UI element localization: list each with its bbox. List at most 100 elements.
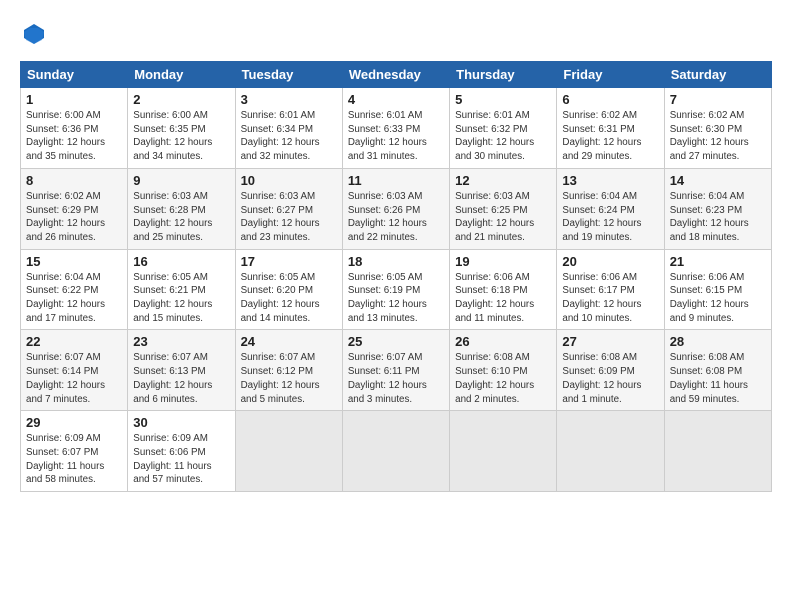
day-number: 28: [670, 334, 766, 349]
calendar-cell: 8 Sunrise: 6:02 AMSunset: 6:29 PMDayligh…: [21, 168, 128, 249]
day-detail: Sunrise: 6:05 AMSunset: 6:19 PMDaylight:…: [348, 271, 444, 326]
day-number: 9: [133, 173, 229, 188]
day-detail: Sunrise: 6:09 AMSunset: 6:06 PMDaylight:…: [133, 432, 229, 487]
weekday-header-friday: Friday: [557, 62, 664, 88]
calendar-cell: 15 Sunrise: 6:04 AMSunset: 6:22 PMDaylig…: [21, 249, 128, 330]
day-detail: Sunrise: 6:02 AMSunset: 6:31 PMDaylight:…: [562, 109, 658, 164]
day-detail: Sunrise: 6:07 AMSunset: 6:14 PMDaylight:…: [26, 351, 122, 406]
calendar-cell: 25 Sunrise: 6:07 AMSunset: 6:11 PMDaylig…: [342, 330, 449, 411]
calendar-cell: 28 Sunrise: 6:08 AMSunset: 6:08 PMDaylig…: [664, 330, 771, 411]
calendar-cell: 29 Sunrise: 6:09 AMSunset: 6:07 PMDaylig…: [21, 411, 128, 492]
calendar-cell: 27 Sunrise: 6:08 AMSunset: 6:09 PMDaylig…: [557, 330, 664, 411]
day-detail: Sunrise: 6:00 AMSunset: 6:35 PMDaylight:…: [133, 109, 229, 164]
day-detail: Sunrise: 6:02 AMSunset: 6:29 PMDaylight:…: [26, 190, 122, 245]
calendar-cell: [235, 411, 342, 492]
day-detail: Sunrise: 6:01 AMSunset: 6:34 PMDaylight:…: [241, 109, 337, 164]
calendar-cell: [450, 411, 557, 492]
weekday-header-saturday: Saturday: [664, 62, 771, 88]
day-number: 24: [241, 334, 337, 349]
calendar-cell: 13 Sunrise: 6:04 AMSunset: 6:24 PMDaylig…: [557, 168, 664, 249]
calendar-cell: 3 Sunrise: 6:01 AMSunset: 6:34 PMDayligh…: [235, 88, 342, 169]
day-detail: Sunrise: 6:00 AMSunset: 6:36 PMDaylight:…: [26, 109, 122, 164]
page: SundayMondayTuesdayWednesdayThursdayFrid…: [0, 0, 792, 502]
calendar-cell: 20 Sunrise: 6:06 AMSunset: 6:17 PMDaylig…: [557, 249, 664, 330]
calendar-cell: 19 Sunrise: 6:06 AMSunset: 6:18 PMDaylig…: [450, 249, 557, 330]
day-number: 20: [562, 254, 658, 269]
day-detail: Sunrise: 6:08 AMSunset: 6:10 PMDaylight:…: [455, 351, 551, 406]
day-detail: Sunrise: 6:04 AMSunset: 6:23 PMDaylight:…: [670, 190, 766, 245]
weekday-header-thursday: Thursday: [450, 62, 557, 88]
calendar-cell: 14 Sunrise: 6:04 AMSunset: 6:23 PMDaylig…: [664, 168, 771, 249]
logo-icon: [22, 22, 46, 46]
day-number: 2: [133, 92, 229, 107]
day-number: 10: [241, 173, 337, 188]
calendar-cell: 9 Sunrise: 6:03 AMSunset: 6:28 PMDayligh…: [128, 168, 235, 249]
calendar-cell: 7 Sunrise: 6:02 AMSunset: 6:30 PMDayligh…: [664, 88, 771, 169]
day-detail: Sunrise: 6:07 AMSunset: 6:12 PMDaylight:…: [241, 351, 337, 406]
calendar-cell: 26 Sunrise: 6:08 AMSunset: 6:10 PMDaylig…: [450, 330, 557, 411]
day-number: 16: [133, 254, 229, 269]
day-detail: Sunrise: 6:05 AMSunset: 6:21 PMDaylight:…: [133, 271, 229, 326]
day-number: 19: [455, 254, 551, 269]
calendar-row-2: 8 Sunrise: 6:02 AMSunset: 6:29 PMDayligh…: [21, 168, 772, 249]
day-detail: Sunrise: 6:03 AMSunset: 6:27 PMDaylight:…: [241, 190, 337, 245]
day-detail: Sunrise: 6:03 AMSunset: 6:25 PMDaylight:…: [455, 190, 551, 245]
day-number: 29: [26, 415, 122, 430]
day-number: 25: [348, 334, 444, 349]
calendar-row-5: 29 Sunrise: 6:09 AMSunset: 6:07 PMDaylig…: [21, 411, 772, 492]
day-number: 7: [670, 92, 766, 107]
calendar-cell: 18 Sunrise: 6:05 AMSunset: 6:19 PMDaylig…: [342, 249, 449, 330]
day-detail: Sunrise: 6:01 AMSunset: 6:32 PMDaylight:…: [455, 109, 551, 164]
day-number: 11: [348, 173, 444, 188]
day-detail: Sunrise: 6:03 AMSunset: 6:28 PMDaylight:…: [133, 190, 229, 245]
day-number: 13: [562, 173, 658, 188]
day-detail: Sunrise: 6:07 AMSunset: 6:13 PMDaylight:…: [133, 351, 229, 406]
calendar-cell: [664, 411, 771, 492]
logo: [20, 22, 46, 51]
day-detail: Sunrise: 6:08 AMSunset: 6:09 PMDaylight:…: [562, 351, 658, 406]
day-detail: Sunrise: 6:04 AMSunset: 6:24 PMDaylight:…: [562, 190, 658, 245]
day-number: 1: [26, 92, 122, 107]
day-number: 30: [133, 415, 229, 430]
day-number: 17: [241, 254, 337, 269]
day-detail: Sunrise: 6:09 AMSunset: 6:07 PMDaylight:…: [26, 432, 122, 487]
calendar-cell: 11 Sunrise: 6:03 AMSunset: 6:26 PMDaylig…: [342, 168, 449, 249]
calendar-cell: [557, 411, 664, 492]
day-number: 8: [26, 173, 122, 188]
weekday-header-row: SundayMondayTuesdayWednesdayThursdayFrid…: [21, 62, 772, 88]
day-detail: Sunrise: 6:06 AMSunset: 6:15 PMDaylight:…: [670, 271, 766, 326]
calendar-cell: 12 Sunrise: 6:03 AMSunset: 6:25 PMDaylig…: [450, 168, 557, 249]
day-detail: Sunrise: 6:07 AMSunset: 6:11 PMDaylight:…: [348, 351, 444, 406]
day-number: 21: [670, 254, 766, 269]
calendar-cell: 16 Sunrise: 6:05 AMSunset: 6:21 PMDaylig…: [128, 249, 235, 330]
day-detail: Sunrise: 6:03 AMSunset: 6:26 PMDaylight:…: [348, 190, 444, 245]
day-detail: Sunrise: 6:06 AMSunset: 6:18 PMDaylight:…: [455, 271, 551, 326]
calendar-cell: 21 Sunrise: 6:06 AMSunset: 6:15 PMDaylig…: [664, 249, 771, 330]
calendar-cell: 1 Sunrise: 6:00 AMSunset: 6:36 PMDayligh…: [21, 88, 128, 169]
calendar-cell: 6 Sunrise: 6:02 AMSunset: 6:31 PMDayligh…: [557, 88, 664, 169]
day-number: 4: [348, 92, 444, 107]
day-number: 26: [455, 334, 551, 349]
calendar-cell: 17 Sunrise: 6:05 AMSunset: 6:20 PMDaylig…: [235, 249, 342, 330]
calendar-cell: 2 Sunrise: 6:00 AMSunset: 6:35 PMDayligh…: [128, 88, 235, 169]
calendar-row-4: 22 Sunrise: 6:07 AMSunset: 6:14 PMDaylig…: [21, 330, 772, 411]
weekday-header-wednesday: Wednesday: [342, 62, 449, 88]
calendar-cell: 23 Sunrise: 6:07 AMSunset: 6:13 PMDaylig…: [128, 330, 235, 411]
day-detail: Sunrise: 6:08 AMSunset: 6:08 PMDaylight:…: [670, 351, 766, 406]
day-number: 5: [455, 92, 551, 107]
calendar-row-1: 1 Sunrise: 6:00 AMSunset: 6:36 PMDayligh…: [21, 88, 772, 169]
weekday-header-sunday: Sunday: [21, 62, 128, 88]
day-number: 15: [26, 254, 122, 269]
day-detail: Sunrise: 6:05 AMSunset: 6:20 PMDaylight:…: [241, 271, 337, 326]
day-number: 14: [670, 173, 766, 188]
day-detail: Sunrise: 6:02 AMSunset: 6:30 PMDaylight:…: [670, 109, 766, 164]
calendar-cell: 10 Sunrise: 6:03 AMSunset: 6:27 PMDaylig…: [235, 168, 342, 249]
header: [20, 18, 772, 51]
calendar-cell: 5 Sunrise: 6:01 AMSunset: 6:32 PMDayligh…: [450, 88, 557, 169]
weekday-header-monday: Monday: [128, 62, 235, 88]
day-detail: Sunrise: 6:01 AMSunset: 6:33 PMDaylight:…: [348, 109, 444, 164]
day-number: 6: [562, 92, 658, 107]
calendar-cell: 22 Sunrise: 6:07 AMSunset: 6:14 PMDaylig…: [21, 330, 128, 411]
day-number: 12: [455, 173, 551, 188]
calendar-row-3: 15 Sunrise: 6:04 AMSunset: 6:22 PMDaylig…: [21, 249, 772, 330]
